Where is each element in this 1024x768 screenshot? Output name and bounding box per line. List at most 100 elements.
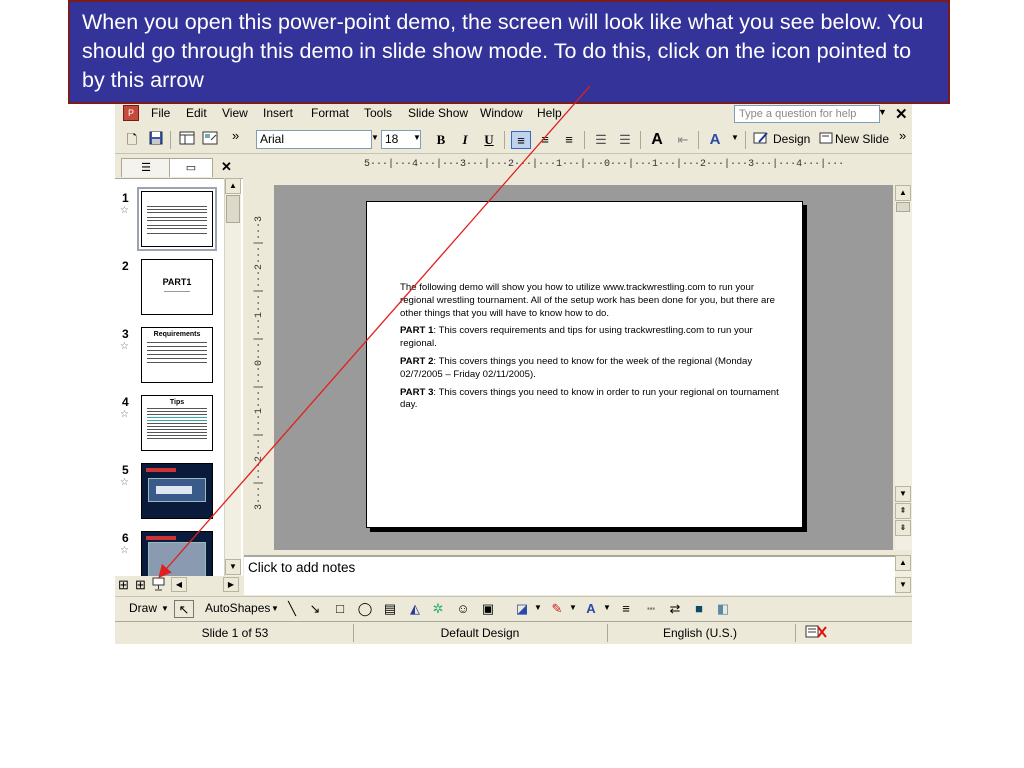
- menu-slide-show[interactable]: Slide Show: [408, 106, 468, 120]
- picture-icon[interactable]: ▣: [478, 600, 498, 618]
- font-dropdown-icon[interactable]: ▼: [371, 133, 379, 142]
- wordart-icon[interactable]: ◭: [405, 600, 425, 618]
- autoshapes-button[interactable]: AutoShapes: [205, 601, 270, 615]
- current-slide[interactable]: The following demo will show you how to …: [366, 201, 803, 528]
- slide-thumbnail[interactable]: PART1: [141, 259, 213, 315]
- font-color-icon[interactable]: A: [705, 131, 725, 149]
- slide-sorter-view-icon[interactable]: ⊞: [135, 577, 146, 593]
- rectangle-icon[interactable]: □: [330, 600, 350, 618]
- scroll-down-icon[interactable]: ▼: [895, 577, 911, 593]
- decrease-indent-icon[interactable]: ⇤: [673, 131, 693, 149]
- slide-thumbnail[interactable]: Tips: [141, 395, 213, 451]
- select-pointer-icon[interactable]: ↖: [174, 600, 194, 618]
- shadow-style-icon[interactable]: ■: [689, 600, 709, 618]
- align-center-icon[interactable]: ≡: [535, 131, 555, 149]
- scroll-up-icon[interactable]: ▲: [895, 185, 911, 201]
- notes-scrollbar[interactable]: ▲ ▼: [895, 555, 912, 595]
- line-color-icon[interactable]: ✎: [547, 600, 567, 618]
- new-slide-button[interactable]: New Slide: [835, 132, 889, 146]
- draw-font-color-icon[interactable]: A: [581, 600, 601, 618]
- tab-outline[interactable]: ☰: [121, 158, 171, 177]
- line-style-icon[interactable]: ≡: [616, 600, 636, 618]
- help-dropdown-icon[interactable]: ▼: [878, 107, 887, 117]
- slide-show-view-icon[interactable]: [152, 577, 165, 594]
- font-color-dropdown-icon[interactable]: ▼: [731, 133, 739, 142]
- pane-close-icon[interactable]: ✕: [221, 159, 232, 175]
- toolbar-overflow-icon[interactable]: »: [232, 128, 239, 143]
- size-dropdown-icon[interactable]: ▼: [413, 133, 421, 142]
- font-name-select[interactable]: Arial: [256, 130, 372, 149]
- menu-tools[interactable]: Tools: [364, 106, 392, 120]
- normal-view-icon[interactable]: [177, 131, 197, 149]
- slide-thumbnail-row[interactable]: 5 ☆: [115, 463, 227, 525]
- new-document-icon[interactable]: 🗋: [122, 131, 142, 149]
- diagram-icon[interactable]: ✲: [428, 600, 448, 618]
- scroll-thumb[interactable]: [226, 195, 240, 223]
- slide-thumbnail-row[interactable]: 6 ☆: [115, 531, 227, 576]
- scroll-down-icon[interactable]: ▼: [225, 559, 241, 575]
- increase-font-size-icon[interactable]: A: [647, 131, 667, 149]
- slides-pane-scrollbar[interactable]: ▲ ▼: [224, 178, 241, 576]
- fill-color-dropdown-icon[interactable]: ▼: [534, 603, 542, 612]
- slide-design-icon[interactable]: [200, 131, 220, 149]
- scroll-right-icon[interactable]: ▶: [223, 577, 239, 592]
- bulleted-list-icon[interactable]: ☰: [615, 131, 635, 149]
- draw-font-color-dropdown-icon[interactable]: ▼: [603, 603, 611, 612]
- slide-scrollbar[interactable]: ▲ ▼ ⇞ ⇟: [895, 185, 912, 550]
- fill-color-icon[interactable]: ◪: [512, 600, 532, 618]
- scroll-up-icon[interactable]: ▲: [895, 555, 911, 571]
- menu-help[interactable]: Help: [537, 106, 562, 120]
- align-right-icon[interactable]: ≡: [559, 131, 579, 149]
- spelling-status-icon[interactable]: [805, 625, 827, 642]
- slide-thumbnail[interactable]: [141, 463, 213, 519]
- scroll-up-icon[interactable]: ▲: [225, 178, 241, 194]
- draw-dropdown-icon[interactable]: ▼: [161, 604, 169, 613]
- slide-thumbnail[interactable]: [141, 531, 213, 576]
- underline-button[interactable]: U: [479, 131, 499, 149]
- menu-edit[interactable]: Edit: [186, 106, 207, 120]
- slide-thumbnail[interactable]: Requirements: [141, 327, 213, 383]
- normal-view-button-icon[interactable]: ⊞: [118, 577, 129, 593]
- align-left-icon[interactable]: ≡: [511, 131, 531, 149]
- new-slide-icon[interactable]: [816, 131, 836, 149]
- menu-file[interactable]: File: [151, 106, 170, 120]
- draw-menu-button[interactable]: Draw: [129, 601, 157, 615]
- 3d-style-icon[interactable]: ◧: [713, 600, 733, 618]
- arrow-style-icon[interactable]: ⇄: [665, 600, 685, 618]
- slide-thumbnail-row[interactable]: 1 ☆: [115, 187, 227, 253]
- next-slide-icon[interactable]: ⇟: [895, 520, 911, 536]
- tab-slides[interactable]: ▭: [169, 158, 213, 177]
- oval-icon[interactable]: ◯: [355, 600, 375, 618]
- slide-thumbnail[interactable]: [137, 187, 217, 251]
- design-icon[interactable]: [751, 131, 771, 149]
- scroll-down-icon[interactable]: ▼: [895, 486, 911, 502]
- slide-body-text[interactable]: The following demo will show you how to …: [400, 282, 780, 417]
- save-icon[interactable]: [146, 131, 166, 149]
- arrow-icon[interactable]: ↘: [305, 600, 325, 618]
- menu-window[interactable]: Window: [480, 106, 523, 120]
- clip-art-icon[interactable]: ☺: [453, 600, 473, 618]
- dash-style-icon[interactable]: ┅: [641, 600, 661, 618]
- scroll-left-icon[interactable]: ◀: [171, 577, 187, 592]
- text-box-icon[interactable]: ▤: [380, 600, 400, 618]
- line-icon[interactable]: ╲: [282, 600, 302, 618]
- numbered-list-icon[interactable]: ☰: [591, 131, 611, 149]
- slide-thumbnail-row[interactable]: 2 PART1: [115, 259, 227, 321]
- design-button[interactable]: Design: [773, 132, 810, 146]
- scroll-thumb[interactable]: [896, 202, 910, 212]
- menu-format[interactable]: Format: [311, 106, 349, 120]
- notes-pane[interactable]: Click to add notes: [244, 555, 895, 595]
- menu-insert[interactable]: Insert: [263, 106, 293, 120]
- slide-thumbnail-row[interactable]: 4 ☆ Tips: [115, 395, 227, 457]
- autoshapes-dropdown-icon[interactable]: ▼: [271, 604, 279, 613]
- line-color-dropdown-icon[interactable]: ▼: [569, 603, 577, 612]
- toolbar-overflow-right-icon[interactable]: »: [899, 128, 906, 143]
- help-question-input[interactable]: Type a question for help: [734, 105, 880, 123]
- italic-button[interactable]: I: [455, 131, 475, 149]
- bold-button[interactable]: B: [431, 131, 451, 149]
- slide-thumbnail-row[interactable]: 3 ☆ Requirements: [115, 327, 227, 389]
- previous-slide-icon[interactable]: ⇞: [895, 503, 911, 519]
- powerpoint-app-icon[interactable]: P: [123, 105, 139, 121]
- close-window-icon[interactable]: ✕: [895, 105, 908, 123]
- menu-view[interactable]: View: [222, 106, 248, 120]
